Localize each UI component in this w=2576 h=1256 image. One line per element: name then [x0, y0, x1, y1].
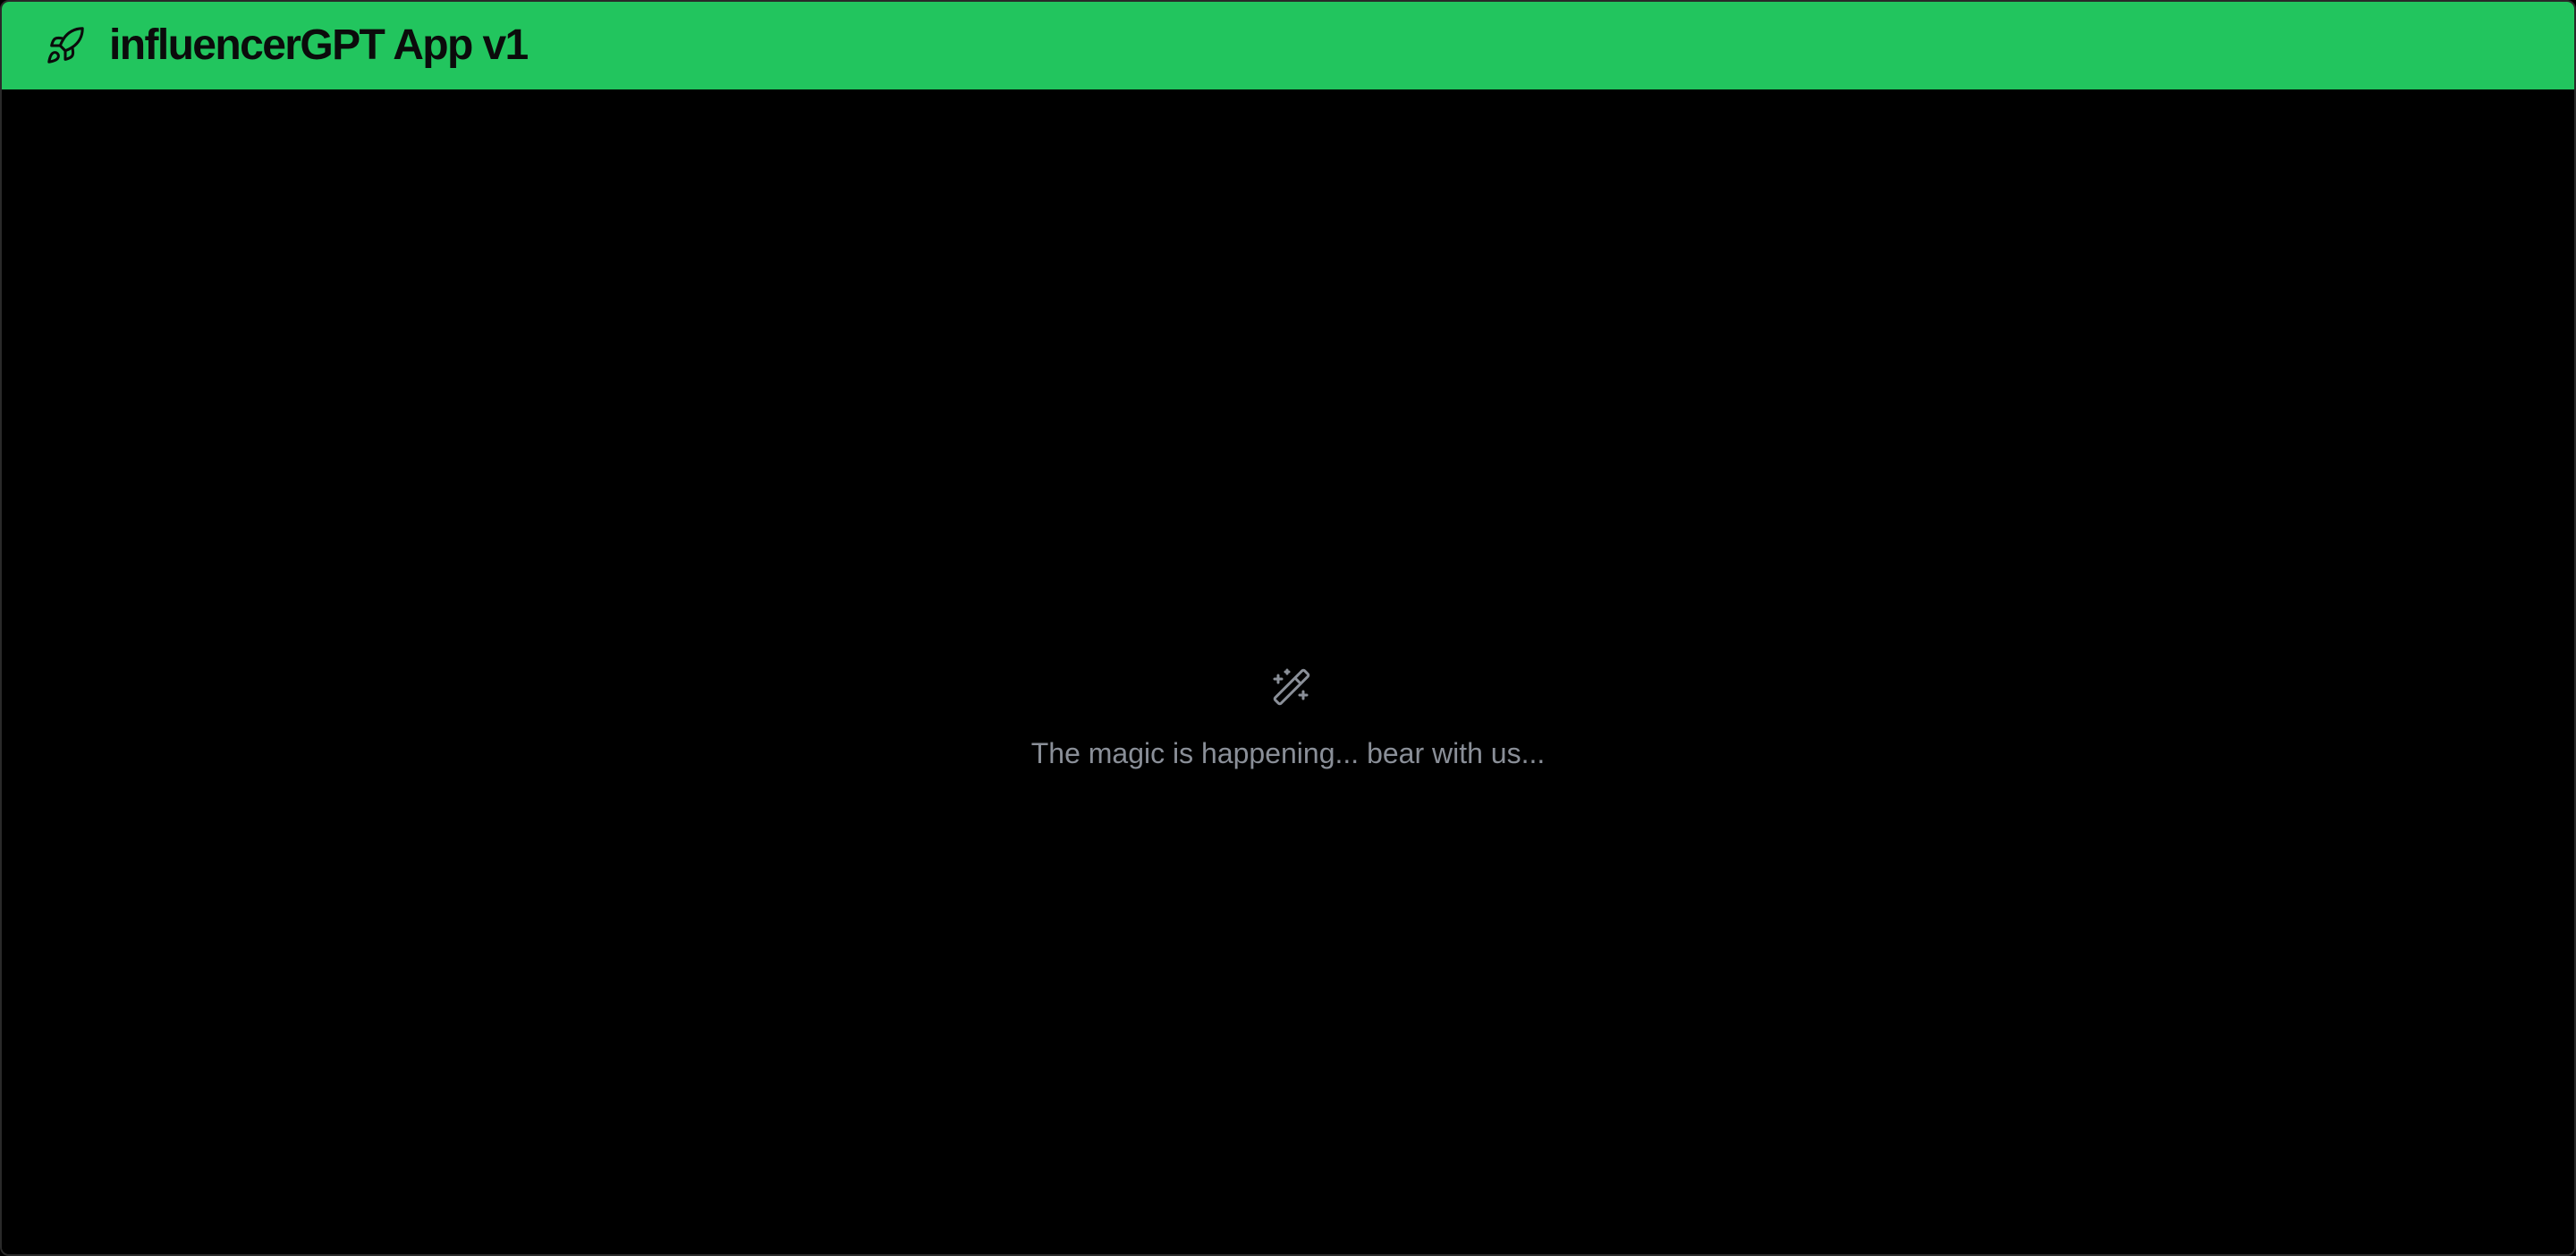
loading-message: The magic is happening... bear with us..… [1030, 737, 1546, 769]
rocket-icon [43, 23, 88, 68]
app-header: influencerGPT App v1 [2, 2, 2574, 89]
app-window: influencerGPT App v1 The magic is happen… [0, 0, 2576, 1256]
magic-wand-icon [1264, 666, 1312, 714]
loading-indicator: The magic is happening... bear with us..… [2, 666, 2574, 768]
main-content: The magic is happening... bear with us..… [2, 89, 2574, 1254]
app-title: influencerGPT App v1 [109, 21, 529, 69]
